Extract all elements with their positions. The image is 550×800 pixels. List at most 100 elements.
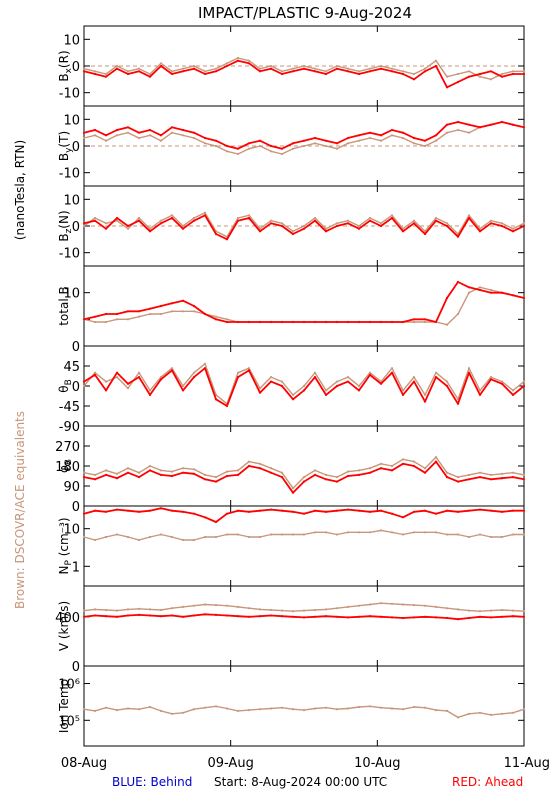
data-point: [478, 393, 482, 396]
data-point: [93, 614, 97, 617]
y-tick-label: 10: [63, 113, 80, 128]
data-point: [434, 59, 438, 62]
data-point: [302, 224, 306, 228]
data-point: [170, 607, 174, 610]
panel-phi: 270180900φB: [55, 425, 526, 515]
data-point: [170, 369, 174, 372]
data-point: [456, 128, 460, 132]
data-point: [467, 473, 471, 476]
data-point: [346, 142, 350, 145]
data-point: [324, 70, 328, 73]
data-point: [82, 67, 86, 70]
data-point: [335, 67, 339, 70]
data-point: [434, 460, 438, 463]
data-point: [137, 613, 141, 617]
data-point: [456, 480, 460, 483]
y-tick-label: 0: [72, 660, 80, 675]
data-point: [148, 307, 152, 310]
data-point: [412, 318, 416, 321]
data-point: [82, 609, 86, 612]
data-point: [412, 219, 416, 222]
data-point: [324, 531, 328, 534]
data-point: [126, 227, 130, 230]
x-tick-label: 08-Aug: [61, 756, 107, 771]
data-point: [225, 512, 229, 515]
y-tick-label: -10: [59, 167, 80, 182]
data-point: [313, 531, 317, 534]
data-point: [357, 389, 361, 392]
dscovr-equivalents-label: Brown: DSCOVR/ACE equivalents: [13, 411, 27, 609]
data-point: [269, 508, 273, 511]
data-point: [203, 142, 207, 145]
data-point: [247, 367, 251, 370]
data-point: [335, 380, 339, 383]
data-point: [280, 70, 284, 73]
data-point: [291, 232, 295, 236]
data-point: [423, 67, 427, 70]
data-point: [291, 142, 295, 145]
data-point: [236, 56, 240, 60]
data-point: [115, 709, 119, 712]
data-point: [192, 219, 196, 222]
data-point: [93, 509, 97, 512]
data-point: [357, 224, 361, 228]
data-point: [148, 312, 152, 316]
start-time: Start: 8-Aug-2024 00:00 UTC: [214, 775, 387, 789]
data-point: [390, 531, 394, 534]
data-point: [126, 509, 130, 512]
data-point: [269, 222, 273, 225]
data-point: [126, 318, 130, 321]
data-point: [445, 616, 449, 620]
data-point: [522, 72, 526, 76]
data-point: [115, 609, 119, 612]
data-point: [412, 464, 416, 468]
data-point: [291, 393, 295, 396]
data-point: [324, 706, 328, 709]
data-point: [181, 471, 185, 474]
data-point: [291, 615, 295, 618]
data-point: [324, 473, 328, 476]
data-point: [192, 136, 196, 140]
data-point: [445, 476, 449, 479]
data-point: [357, 72, 361, 76]
data-point: [368, 320, 372, 324]
data-point: [82, 70, 86, 73]
data-point: [500, 510, 504, 513]
data-point: [390, 371, 394, 374]
data-point: [291, 230, 295, 233]
data-point: [126, 126, 130, 129]
data-point: [236, 469, 240, 472]
data-point: [269, 380, 273, 383]
data-point: [412, 604, 416, 607]
data-point: [181, 538, 185, 542]
data-point: [379, 320, 383, 324]
data-point: [104, 535, 108, 539]
data-point: [115, 371, 119, 374]
data-point: [500, 75, 504, 78]
data-point: [335, 480, 339, 483]
data-point: [159, 222, 163, 225]
data-point: [148, 535, 152, 539]
data-point: [258, 320, 262, 324]
data-point: [159, 608, 163, 612]
data-point: [434, 134, 438, 137]
data-point: [401, 389, 405, 392]
data-point: [401, 70, 405, 73]
data-point: [368, 510, 372, 513]
panel-btot: 100total B: [57, 265, 526, 355]
data-point: [302, 512, 306, 515]
data-point: [456, 80, 460, 84]
data-point: [291, 320, 295, 324]
data-point: [335, 147, 339, 150]
data-point: [522, 478, 526, 481]
data-point: [104, 227, 108, 230]
y-axis-label: V (km/s): [57, 601, 71, 651]
data-point: [280, 615, 284, 618]
data-point: [269, 64, 273, 68]
data-point: [346, 320, 350, 324]
data-point: [467, 123, 471, 126]
data-point: [159, 64, 163, 68]
data-point: [335, 224, 339, 228]
data-point: [489, 123, 493, 126]
data-point: [104, 706, 108, 709]
